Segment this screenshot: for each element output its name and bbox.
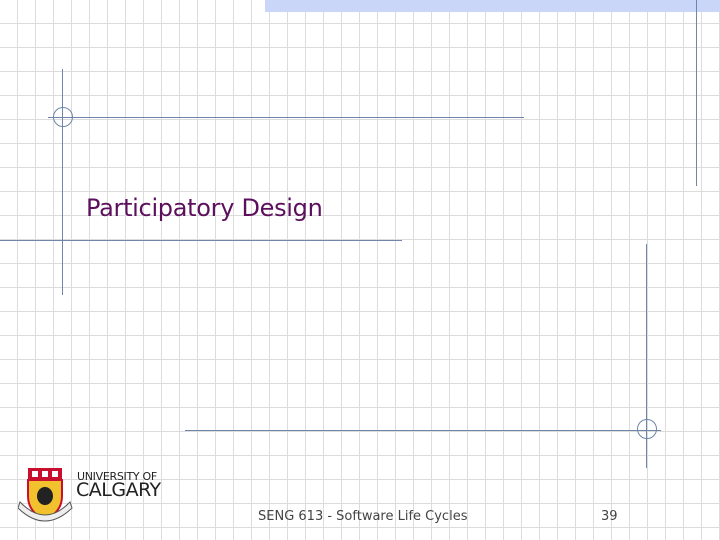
slide-footer: SENG 613 - Software Life Cycles: [258, 509, 468, 524]
decor-line: [696, 0, 697, 186]
decor-line: [48, 117, 524, 118]
decor-line: [185, 430, 661, 431]
decor-circle: [53, 107, 73, 127]
decor-line: [62, 69, 63, 295]
background-grid: [0, 0, 720, 540]
page-number: 39: [601, 509, 618, 524]
decor-line: [0, 240, 402, 241]
decor-circle: [637, 419, 657, 439]
top-accent-band: [265, 0, 720, 12]
slide-title: Participatory Design: [86, 194, 323, 222]
logo-text-line2: CALGARY: [76, 479, 161, 501]
university-crest-logo: [18, 468, 73, 522]
